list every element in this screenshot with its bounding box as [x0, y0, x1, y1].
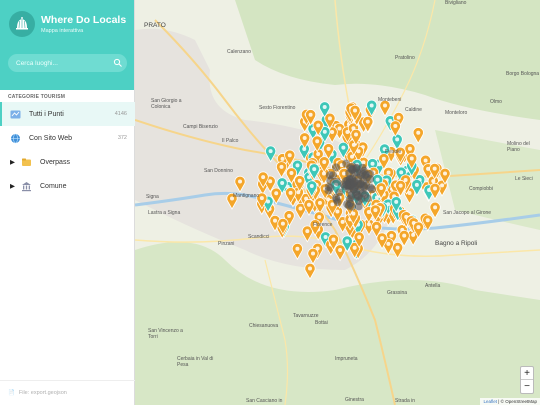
category-label: Con Sito Web: [29, 134, 73, 142]
logo: [9, 11, 35, 37]
globe-icon: [10, 133, 21, 144]
attribution-text: | © OpenStreetMap: [498, 399, 537, 404]
category-label: Overpass: [40, 158, 70, 166]
map-label: Pinzani: [218, 241, 235, 247]
map-label: Signa: [146, 194, 159, 200]
category-count: 4146: [114, 111, 127, 117]
dense-marker[interactable]: [362, 173, 371, 182]
map-label: Campi Bisenzio: [183, 124, 218, 130]
map-label: Impruneta: [335, 356, 358, 362]
zoom-control: + −: [520, 366, 534, 394]
map-label: Grassina: [387, 290, 408, 296]
map-label: Tavarnuzze: [293, 313, 319, 319]
map-label: Monteloro: [445, 110, 468, 116]
dense-marker[interactable]: [352, 187, 361, 196]
dense-marker[interactable]: [350, 177, 359, 186]
dense-marker[interactable]: [342, 180, 351, 189]
map-label: Pratolino: [395, 55, 415, 61]
category-count: 372: [117, 135, 127, 141]
map-label: San Jacopo al Girone: [443, 210, 492, 216]
map-label: PRATO: [144, 22, 166, 29]
map-label: Bivigliano: [445, 0, 467, 6]
category-with-website[interactable]: Con Sito Web 372: [0, 126, 135, 150]
map-label: San Casciano in: [246, 398, 283, 404]
map-label: Sesto Fiorentino: [259, 105, 296, 111]
map-label: Borgo Bologna: [506, 71, 540, 77]
map-label: San Vincenzo a Torri: [148, 328, 183, 340]
folder-icon: [21, 157, 32, 168]
map-attribution: Leaflet | © OpenStreetMap: [480, 398, 540, 405]
map-label: Lastra a Signa: [148, 210, 181, 216]
building-icon: [21, 181, 32, 192]
map-label: Montebeni: [378, 97, 402, 103]
file-label: File: export.geojson: [18, 390, 67, 396]
map-label: Il Palco: [222, 138, 239, 144]
category-all-points[interactable]: Tutti i Punti 4146: [0, 102, 135, 126]
map[interactable]: PRATO Calenzano Sesto Fiorentino Campi B…: [135, 0, 540, 405]
dense-marker[interactable]: [366, 183, 375, 192]
map-label: Ginestra: [345, 397, 364, 403]
dense-marker[interactable]: [332, 195, 341, 204]
map-label: Bagno a Ripoli: [435, 240, 478, 247]
dense-marker[interactable]: [329, 171, 338, 180]
map-label: Chiesanuova: [249, 323, 279, 329]
map-canvas[interactable]: [135, 0, 540, 405]
expand-triangle-icon[interactable]: ▶: [10, 182, 15, 190]
map-label: Antella: [425, 283, 441, 289]
map-label: Bottai: [315, 320, 328, 326]
app-subtitle: Mappa interattiva: [41, 28, 84, 34]
zoom-in-button[interactable]: +: [521, 367, 533, 380]
leaflet-link[interactable]: Leaflet: [483, 399, 497, 404]
category-label: Tutti i Punti: [29, 110, 64, 118]
expand-triangle-icon[interactable]: ▶: [10, 158, 15, 166]
app-title: Where Do Locals: [41, 14, 127, 26]
search-icon[interactable]: [113, 58, 123, 68]
file-icon: 📄: [8, 390, 15, 396]
map-icon: [10, 109, 21, 120]
dense-marker[interactable]: [348, 162, 357, 171]
categories-title: CATEGORIE TOURISM: [8, 94, 66, 100]
map-label: Fiesole: [385, 149, 402, 155]
brand-header: Where Do Locals Mappa interattiva: [0, 0, 134, 90]
category-comune[interactable]: ▶ Comune: [0, 174, 135, 198]
map-label: Mantignano: [233, 193, 260, 199]
map-label: San Donnino: [204, 168, 233, 174]
zoom-out-button[interactable]: −: [521, 380, 533, 393]
map-label: Caldine: [405, 107, 422, 113]
search-input[interactable]: [8, 54, 127, 72]
dense-marker[interactable]: [332, 163, 341, 172]
file-footer: 📄 File: export.geojson: [0, 380, 135, 405]
map-label: Cerbaia in Val di Pesa: [177, 356, 214, 368]
map-label: Calenzano: [227, 49, 251, 55]
sidebar: Where Do Locals Mappa interattiva CATEGO…: [0, 0, 135, 405]
map-label: Le Sieci: [515, 176, 533, 182]
category-label: Comune: [40, 182, 67, 190]
dense-marker[interactable]: [324, 183, 333, 192]
map-label: Florence: [313, 222, 333, 228]
map-label: Strada in: [395, 398, 416, 404]
map-label: San Giorgio a Colonica: [151, 98, 182, 110]
map-label: Scandicci: [248, 234, 270, 240]
dome-icon: [16, 17, 28, 30]
category-overpass[interactable]: ▶ Overpass: [0, 150, 135, 174]
map-label: Compiobbi: [469, 186, 493, 192]
dense-marker[interactable]: [335, 188, 344, 197]
map-label: Olmo: [490, 99, 502, 105]
dense-marker[interactable]: [343, 200, 352, 209]
map-label: Molino del Piano: [507, 141, 530, 153]
